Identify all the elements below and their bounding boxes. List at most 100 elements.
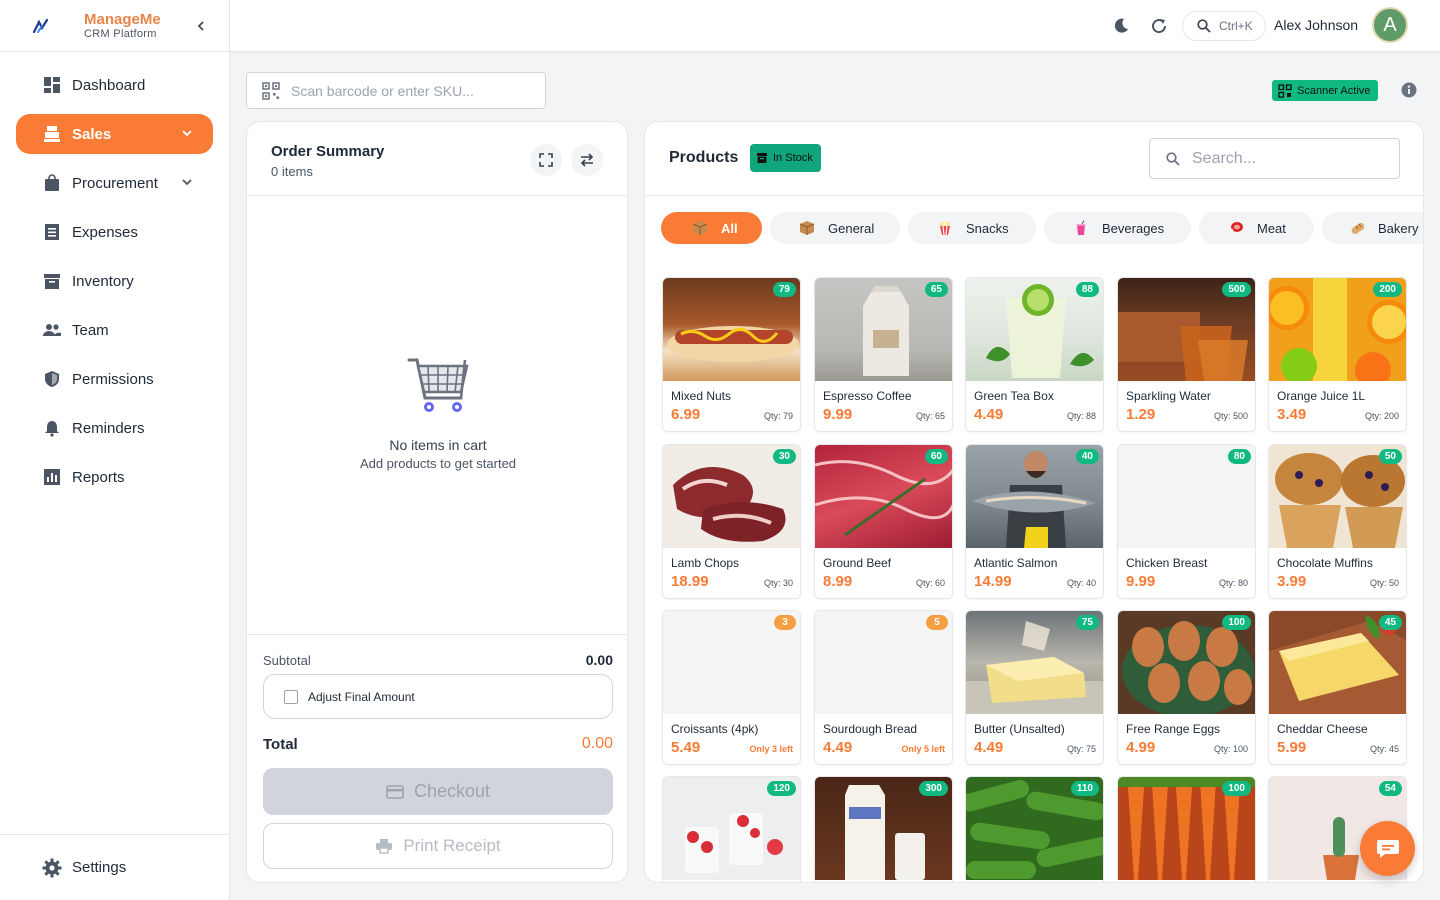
adjust-final-amount-checkbox[interactable] [284, 689, 298, 704]
product-qty: Qty: 65 [915, 411, 945, 421]
bar-chart-icon [42, 467, 62, 487]
barcode-input[interactable]: Scan barcode or enter SKU... [246, 72, 546, 109]
product-price: 4.49 [974, 406, 1004, 423]
sidebar-item-inventory[interactable]: Inventory [16, 261, 213, 301]
category-all[interactable]: All [661, 212, 762, 244]
product-name: Green Tea Box [974, 389, 1054, 403]
product-card[interactable]: 110 [965, 776, 1104, 882]
refresh-icon[interactable] [1148, 15, 1170, 37]
sidebar-item-permissions[interactable]: Permissions [16, 359, 213, 399]
category-label: Bakery [1378, 220, 1419, 236]
products-header: Products In Stock Search... [645, 122, 1423, 196]
order-summary-panel: Order Summary 0 items No items in cart A… [246, 121, 628, 883]
product-card[interactable]: 500 Sparkling Water 1.29 Qty: 500 [1117, 277, 1256, 432]
product-card[interactable]: 200 Orange Juice 1L 3.49 Qty: 200 [1268, 277, 1407, 432]
product-image: 88 [966, 278, 1103, 381]
category-tabs: All General Snacks Beverages Meat Bakery [661, 212, 1423, 244]
category-beverages[interactable]: Beverages [1044, 212, 1191, 244]
order-summary-header: Order Summary 0 items [247, 122, 627, 196]
product-card[interactable]: 75 Butter (Unsalted) 4.49 Qty: 75 [965, 610, 1104, 765]
swap-layout-button[interactable] [571, 144, 603, 176]
product-card[interactable]: 300 [814, 776, 953, 882]
product-card[interactable]: 100 [1117, 776, 1256, 882]
product-card[interactable]: 88 Green Tea Box 4.49 Qty: 88 [965, 277, 1104, 432]
product-price: 5.99 [1277, 739, 1307, 756]
sidebar-item-settings[interactable]: Settings [0, 834, 229, 900]
user-name[interactable]: Alex Johnson [1274, 17, 1358, 33]
product-image: 110 [966, 777, 1103, 880]
qr-scan-icon [1278, 83, 1292, 98]
product-image: 60 [815, 445, 952, 548]
gear-icon [42, 858, 62, 878]
stock-badge: 100 [1222, 781, 1251, 796]
product-card[interactable]: 45 Cheddar Cheese 5.99 Qty: 45 [1268, 610, 1407, 765]
sidebar-item-label: Procurement [72, 174, 158, 192]
product-qty: Qty: 200 [1364, 411, 1399, 421]
product-qty: Qty: 50 [1369, 578, 1399, 588]
chevron-down-icon[interactable] [181, 126, 193, 143]
product-card[interactable]: 5 Sourdough Bread 4.49 Only 5 left [814, 610, 953, 765]
category-meat[interactable]: Meat [1199, 212, 1314, 244]
dashboard-icon [42, 75, 62, 95]
moon-icon[interactable] [1110, 15, 1132, 37]
print-receipt-button[interactable]: Print Receipt [263, 823, 613, 869]
sidebar-item-sales[interactable]: Sales [16, 114, 213, 154]
product-price: 3.49 [1277, 406, 1307, 423]
sidebar-item-dashboard[interactable]: Dashboard [16, 65, 213, 105]
category-snacks[interactable]: Snacks [908, 212, 1036, 244]
product-search-input[interactable]: Search... [1149, 138, 1400, 179]
stock-badge: 110 [1070, 781, 1099, 796]
global-search-button[interactable]: Ctrl+K [1182, 11, 1266, 41]
product-name: Butter (Unsalted) [974, 722, 1065, 736]
product-price: 9.99 [1126, 573, 1156, 590]
product-name: Cheddar Cheese [1277, 722, 1368, 736]
chat-button[interactable] [1360, 821, 1415, 876]
stock-badge: 50 [1378, 449, 1402, 464]
products-title: Products [669, 149, 739, 166]
product-card[interactable]: 100 Free Range Eggs 4.99 Qty: 100 [1117, 610, 1256, 765]
brand-subtitle: CRM Platform [84, 28, 157, 40]
in-stock-filter-badge[interactable]: In Stock [750, 144, 821, 172]
stock-badge: 120 [767, 781, 796, 796]
product-card[interactable]: 60 Ground Beef 8.99 Qty: 60 [814, 444, 953, 599]
product-image: 5 [815, 611, 952, 714]
product-card[interactable]: 30 Lamb Chops 18.99 Qty: 30 [662, 444, 801, 599]
sidebar: ManageMe CRM Platform Dashboard Sales Pr… [0, 0, 230, 900]
collapse-sidebar-icon[interactable] [191, 16, 211, 36]
product-card[interactable]: 65 Espresso Coffee 9.99 Qty: 65 [814, 277, 953, 432]
total-value: 0.00 [581, 735, 613, 752]
chevron-down-icon[interactable] [181, 175, 193, 192]
product-price: 1.29 [1126, 406, 1156, 423]
checkout-button[interactable]: Checkout [263, 768, 613, 815]
sidebar-item-reports[interactable]: Reports [16, 457, 213, 497]
product-name: Croissants (4pk) [671, 722, 759, 736]
product-card[interactable]: 79 Mixed Nuts 6.99 Qty: 79 [662, 277, 801, 432]
stock-badge: 60 [924, 449, 948, 464]
in-stock-label: In Stock [773, 152, 813, 164]
products-panel: Products In Stock Search... All General … [644, 121, 1424, 883]
sidebar-item-reminders[interactable]: Reminders [16, 408, 213, 448]
fullscreen-button[interactable] [530, 144, 562, 176]
product-price: 8.99 [823, 573, 853, 590]
adjust-final-amount-toggle[interactable]: Adjust Final Amount [263, 674, 613, 719]
product-card[interactable]: 80 Chicken Breast 9.99 Qty: 80 [1117, 444, 1256, 599]
avatar[interactable]: A [1372, 7, 1408, 43]
brand-logo-icon[interactable] [14, 6, 68, 46]
meat-icon [1227, 219, 1245, 237]
product-card[interactable]: 3 Croissants (4pk) 5.49 Only 3 left [662, 610, 801, 765]
product-card[interactable]: 40 Atlantic Salmon 14.99 Qty: 40 [965, 444, 1104, 599]
category-label: Meat [1257, 220, 1286, 236]
product-name: Chicken Breast [1126, 556, 1208, 570]
sidebar-item-team[interactable]: Team [16, 310, 213, 350]
category-general[interactable]: General [770, 212, 900, 244]
product-image: 100 [1118, 611, 1255, 714]
product-card[interactable]: 50 Chocolate Muffins 3.99 Qty: 50 [1268, 444, 1407, 599]
info-icon[interactable] [1401, 82, 1417, 103]
product-card[interactable]: 120 [662, 776, 801, 882]
sidebar-item-procurement[interactable]: Procurement [16, 163, 213, 203]
scanner-status-badge[interactable]: Scanner Active [1272, 80, 1379, 101]
people-icon [42, 320, 62, 340]
category-bakery[interactable]: Bakery [1322, 212, 1423, 244]
swap-arrows-icon [580, 153, 594, 167]
sidebar-item-expenses[interactable]: Expenses [16, 212, 213, 252]
